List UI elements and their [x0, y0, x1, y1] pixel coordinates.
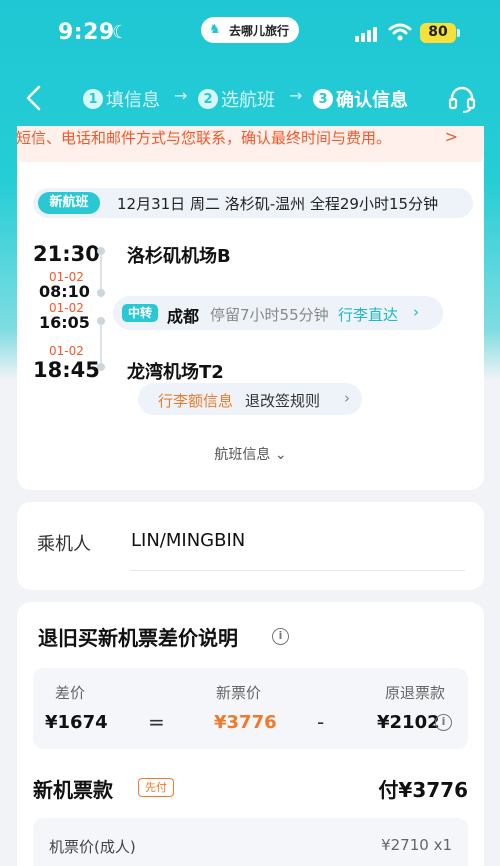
arrival-date: 01-02 — [49, 344, 84, 358]
fare-value: ¥2710 x1 — [381, 836, 452, 854]
step-label: 填信息 — [106, 90, 160, 111]
price-difference-card: 退旧买新机票差价说明 i 差价 ¥1674 = 新票价 ¥3776 - 原退票款… — [17, 602, 484, 866]
moon-icon: ☾ — [112, 22, 129, 43]
new-ticket-payment-title: 新机票款 — [33, 778, 113, 802]
battery-level: 80 — [428, 24, 448, 40]
step-arrow: → — [289, 86, 303, 105]
refund-rules-link[interactable]: 退改签规则 — [245, 390, 320, 411]
passenger-label: 乘机人 — [37, 534, 91, 555]
back-arrow-icon[interactable] — [24, 84, 44, 112]
old-refund-label: 原退票款 — [385, 684, 446, 702]
step-label: 选航班 — [221, 90, 275, 111]
transfer-city: 成都 — [167, 307, 200, 326]
notice-chevron-icon: > — [444, 127, 458, 146]
chevron-right-icon: › — [344, 389, 350, 407]
departure-airport: 洛杉矶机场B — [127, 246, 231, 267]
price-diff-title: 退旧买新机票差价说明 — [38, 626, 238, 650]
timeline-line — [100, 255, 102, 291]
luggage-allowance-link[interactable]: 行李额信息 — [158, 390, 233, 411]
flight-summary-text: 12月31日 周二 洛杉矶-温州 全程29小时15分钟 — [117, 195, 439, 213]
info-icon[interactable]: i — [272, 628, 289, 645]
equals-sign: = — [148, 710, 165, 734]
minus-sign: - — [317, 710, 325, 734]
step-select-flight: 2 选航班 — [198, 86, 275, 112]
luggage-direct-link: 行李直达 — [338, 306, 399, 324]
customer-service-icon[interactable] — [447, 84, 477, 114]
new-flight-badge: 新航班 — [38, 192, 100, 214]
fare-label: 机票价(成人) — [49, 838, 136, 856]
diff-value: ¥1674 — [45, 712, 108, 733]
transfer-arrive-time: 08:10 — [39, 282, 90, 301]
step-confirm-info: 3 确认信息 — [313, 86, 408, 112]
signal-icon — [355, 26, 381, 42]
notice-text: 通过短信、电话和邮件方式与您联系，确认最终时间与费用。 — [17, 129, 392, 147]
step-label: 确认信息 — [336, 90, 408, 111]
payment-total: 付¥3776 — [378, 778, 468, 802]
info-icon[interactable]: i — [435, 714, 452, 731]
fare-breakdown: 机票价(成人) ¥2710 x1 — [33, 818, 468, 866]
old-refund-value: ¥2102 — [377, 712, 440, 733]
step-number: 1 — [83, 89, 103, 109]
divider — [131, 570, 465, 571]
flight-card: 通过短信、电话和邮件方式与您联系，确认最终时间与费用。 > 新航班 12月31日… — [17, 126, 484, 490]
arrival-airport: 龙湾机场T2 — [127, 362, 224, 383]
transfer-badge: 中转 — [122, 304, 158, 322]
wifi-icon — [388, 23, 412, 41]
timeline-line — [100, 325, 102, 365]
flight-info-label: 航班信息 — [214, 447, 271, 463]
step-number: 2 — [198, 89, 218, 109]
rules-pill[interactable]: 行李额信息 退改签规则 › — [138, 383, 362, 415]
passenger-card: 乘机人 LIN/MINGBIN — [17, 502, 484, 590]
step-number: 3 — [313, 89, 333, 109]
diff-label: 差价 — [55, 684, 86, 702]
passenger-name: LIN/MINGBIN — [131, 530, 246, 551]
transfer-depart-time: 16:05 — [39, 313, 90, 332]
timeline-dot — [97, 289, 105, 297]
camel-logo-icon: ♞ — [209, 22, 221, 37]
step-arrow: → — [174, 86, 188, 105]
chevron-down-icon: ⌄ — [274, 447, 287, 463]
departure-time: 21:30 — [33, 242, 100, 266]
timeline-dot — [97, 317, 105, 325]
arrival-time: 18:45 — [33, 358, 100, 382]
new-price-label: 新票价 — [216, 684, 262, 702]
status-time: 9:29 — [58, 20, 115, 45]
prepay-badge: 先付 — [138, 778, 174, 797]
timeline-dot — [97, 247, 105, 255]
chevron-right-icon: › — [413, 303, 419, 321]
flight-summary: 新航班 12月31日 周二 洛杉矶-温州 全程29小时15分钟 — [33, 188, 473, 218]
brand-name: 去哪儿旅行 — [229, 24, 290, 38]
battery-tip — [457, 29, 460, 37]
new-price-value: ¥3776 — [214, 712, 277, 733]
brand-pill: ♞ 去哪儿旅行 — [201, 17, 299, 43]
price-diff-box: 差价 ¥1674 = 新票价 ¥3776 - 原退票款 ¥2102 i — [33, 668, 468, 749]
nav-bar: 1 填信息 → 2 选航班 → 3 确认信息 — [0, 76, 500, 120]
status-bar: 9:29 ☾ ♞ 去哪儿旅行 80 — [0, 0, 500, 66]
step-fill-info: 1 填信息 — [83, 86, 160, 112]
contact-notice[interactable]: 通过短信、电话和邮件方式与您联系，确认最终时间与费用。 > — [17, 126, 484, 162]
flight-info-toggle[interactable]: 航班信息 ⌄ — [17, 444, 484, 464]
battery-icon: 80 — [420, 23, 456, 43]
transfer-stay: 停留7小时55分钟 — [210, 306, 329, 324]
transfer-info[interactable]: 中转 成都 停留7小时55分钟 行李直达 › — [113, 296, 443, 330]
